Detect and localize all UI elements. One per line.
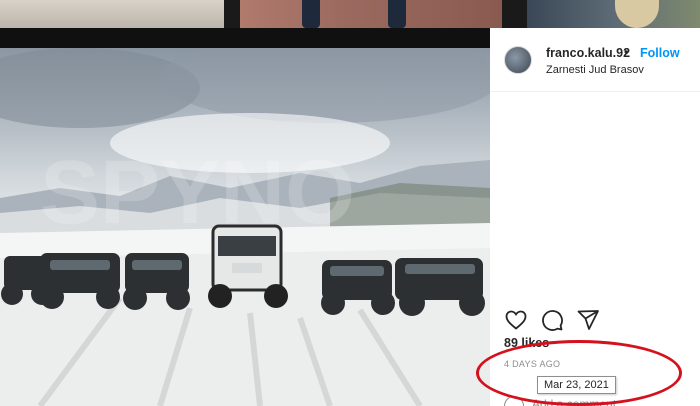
likes-count[interactable]: 89 likes [504, 336, 549, 350]
thumbnail-figure [302, 0, 412, 28]
post-timestamp[interactable]: 4 DAYS AGO [504, 359, 560, 369]
date-tooltip: Mar 23, 2021 [537, 376, 616, 394]
svg-text:SPYNO: SPYNO [40, 143, 355, 243]
grid-thumbnail[interactable] [527, 0, 700, 28]
post-header: franco.kalu.92 • Follow Zarnesti Jud Bra… [490, 28, 700, 92]
emoji-icon[interactable] [504, 396, 524, 406]
grid-thumbnail[interactable] [240, 0, 502, 28]
heart-icon[interactable] [504, 308, 528, 332]
post-photo[interactable]: SPYNO [0, 48, 490, 406]
share-icon[interactable] [576, 308, 600, 332]
add-comment-row: Add a comment... [504, 394, 700, 406]
avatar[interactable] [504, 46, 532, 74]
comment-icon[interactable] [540, 308, 564, 332]
grid-thumbnail[interactable] [0, 0, 224, 28]
comment-input[interactable]: Add a comment... [532, 397, 626, 406]
username-link[interactable]: franco.kalu.92 [546, 46, 630, 60]
snowy-atv-landscape: SPYNO [0, 48, 490, 406]
separator-dot: • [624, 45, 629, 59]
post-sidebar: franco.kalu.92 • Follow Zarnesti Jud Bra… [490, 28, 700, 406]
thumbnail-figure [615, 0, 659, 28]
follow-button[interactable]: Follow [640, 46, 680, 60]
location-link[interactable]: Zarnesti Jud Brasov [546, 64, 644, 76]
